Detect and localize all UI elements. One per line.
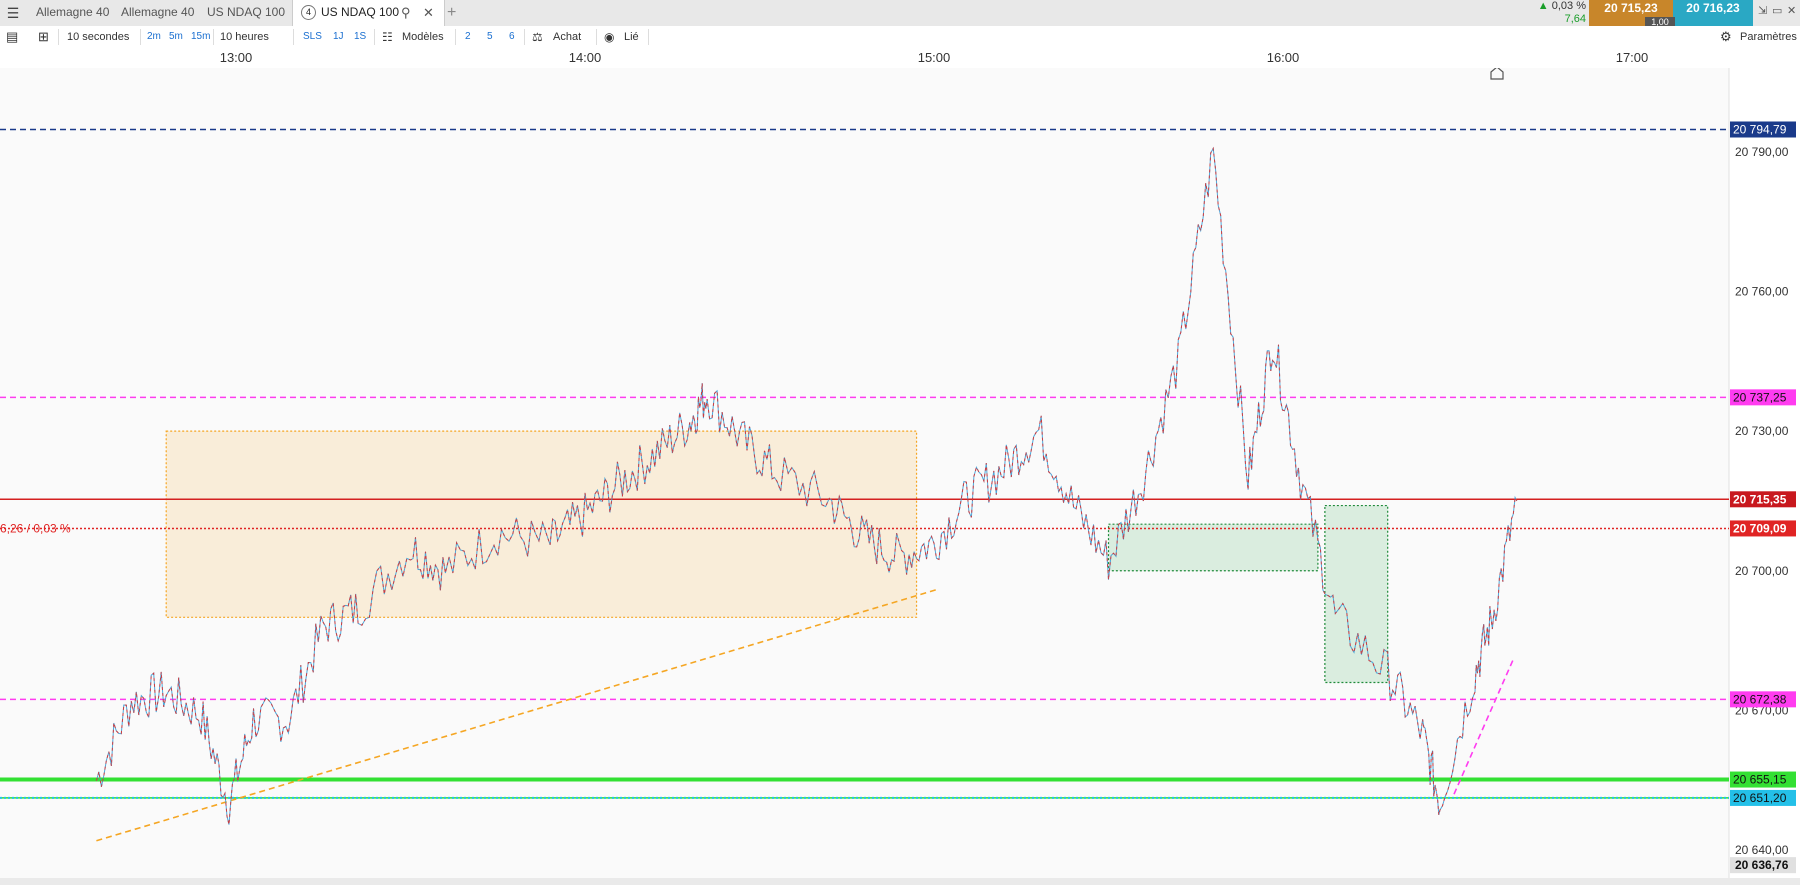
ask-value: 20 716,23 xyxy=(1686,1,1740,15)
models-icon[interactable]: ☷ xyxy=(382,26,393,48)
price-chart[interactable]: 20 790,00 20 760,00 20 730,00 20 700,00 20 6… xyxy=(0,68,1800,878)
interval-2m-button[interactable]: 2m xyxy=(147,26,161,48)
price-tick-label: 20 700,00 xyxy=(1735,564,1789,578)
change-points: 7,64 xyxy=(1564,13,1586,25)
interval-5m-button[interactable]: 5m xyxy=(169,26,183,48)
tab-allemagne-40-2[interactable]: Allemagne 40 xyxy=(113,0,202,26)
range-box[interactable] xyxy=(165,430,918,618)
bottom-scrollbar[interactable] xyxy=(0,878,1800,885)
price-level-text: 20 794,79 xyxy=(1733,122,1787,136)
eye-icon[interactable]: ◉ xyxy=(604,26,614,48)
period-1j-button[interactable]: 1J xyxy=(333,26,344,48)
price-change: ▲ 0,03 % 7,64 xyxy=(1530,0,1586,26)
tab-bar: ☰ Allemagne 40 Allemagne 40 US NDAQ 100 … xyxy=(0,0,1800,27)
interval-selector[interactable]: 10 secondes xyxy=(67,26,129,48)
price-level-text: 20 655,15 xyxy=(1733,773,1787,787)
preset-6-button[interactable]: 6 xyxy=(509,26,515,48)
time-label: 14:00 xyxy=(568,50,602,65)
scale-icon[interactable]: ⚖ xyxy=(532,26,543,48)
search-icon[interactable]: ⚲ xyxy=(401,0,411,25)
tab-allemagne-40-1[interactable]: Allemagne 40 xyxy=(28,0,117,26)
price-tick-label: 20 640,00 xyxy=(1735,843,1789,857)
sls-button[interactable]: SLS xyxy=(303,26,322,48)
collapse-icon[interactable]: ▭ xyxy=(1772,4,1782,17)
time-label: 15:00 xyxy=(917,50,951,65)
add-tab-icon[interactable]: + xyxy=(447,0,456,25)
price-tick-label: 20 730,00 xyxy=(1735,424,1789,438)
time-label: 13:00 xyxy=(219,50,253,65)
models-button[interactable]: Modèles xyxy=(402,26,444,48)
time-label: 16:00 xyxy=(1266,50,1300,65)
price-level-text: 20 737,25 xyxy=(1733,390,1787,404)
price-level-text: 20 715,35 xyxy=(1733,492,1787,506)
preset-2-button[interactable]: 2 xyxy=(465,26,471,48)
settings-button[interactable]: Paramètres xyxy=(1740,26,1797,48)
time-label: 17:00 xyxy=(1615,50,1649,65)
price-tick-label: 20 760,00 xyxy=(1735,284,1789,298)
buy-price-button[interactable]: 20 716,23 xyxy=(1673,0,1753,26)
price-change-annotation: 6,26 / 0,03 % xyxy=(0,521,71,535)
price-axis xyxy=(1729,68,1800,878)
chart-toolbar: ▤ ⊞ 10 secondes 2m 5m 15m 10 heures SLS … xyxy=(0,26,1800,49)
interval-15m-button[interactable]: 15m xyxy=(191,26,210,48)
tab-label: US NDAQ 100 xyxy=(207,5,286,19)
price-level-text: 20 672,38 xyxy=(1733,692,1787,706)
last-price-text: 20 636,76 xyxy=(1735,858,1789,872)
hamburger-menu-icon[interactable]: ☰ xyxy=(4,4,22,22)
linked-button[interactable]: Lié xyxy=(624,26,639,48)
up-arrow-icon: ▲ xyxy=(1537,0,1549,12)
tab-us-ndaq-100-1[interactable]: US NDAQ 100 xyxy=(199,0,293,26)
buy-button[interactable]: Achat xyxy=(553,26,581,48)
green-zone-1[interactable] xyxy=(1107,523,1319,572)
tab-label: Allemagne 40 xyxy=(121,5,195,19)
change-percent: 0,03 % xyxy=(1551,0,1586,12)
green-zone-2[interactable] xyxy=(1324,504,1389,684)
gear-icon[interactable]: ⚙ xyxy=(1720,26,1732,48)
list-icon[interactable]: ▤ xyxy=(6,26,18,48)
time-axis: 13:00 14:00 15:00 16:00 17:00 xyxy=(0,48,1800,69)
tab-label: Allemagne 40 xyxy=(36,5,110,19)
price-level-text: 20 651,20 xyxy=(1733,791,1787,805)
layout-icon[interactable]: ⊞ xyxy=(38,26,49,48)
close-window-icon[interactable]: ✕ xyxy=(1787,4,1796,17)
close-tab-icon[interactable]: ✕ xyxy=(423,0,434,25)
period-1s-button[interactable]: 1S xyxy=(354,26,366,48)
bid-value: 20 715,23 xyxy=(1604,1,1658,15)
period-selector[interactable]: 10 heures xyxy=(220,26,269,48)
preset-5-button[interactable]: 5 xyxy=(487,26,493,48)
price-tick-label: 20 790,00 xyxy=(1735,145,1789,159)
price-level-text: 20 709,09 xyxy=(1733,521,1787,535)
tab-number-badge: 4 xyxy=(301,5,316,20)
tab-label: US NDAQ 100 xyxy=(321,5,400,19)
tab-us-ndaq-100-active[interactable]: 4 US NDAQ 100 ⚲ ✕ xyxy=(292,0,445,27)
detach-icon[interactable]: ⇲ xyxy=(1758,4,1767,17)
